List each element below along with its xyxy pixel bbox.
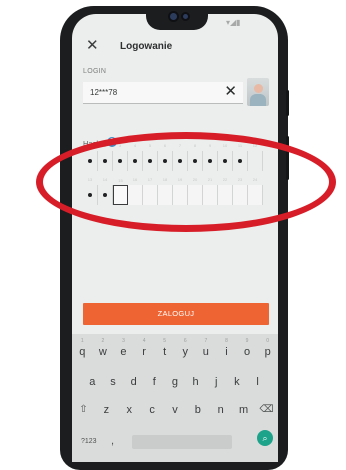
key[interactable]: 8i <box>217 338 235 358</box>
space-key[interactable] <box>132 435 232 449</box>
key[interactable]: v <box>166 404 184 416</box>
search-icon[interactable]: ⌕ <box>257 430 273 446</box>
shift-icon[interactable]: ⇧ <box>74 404 92 416</box>
key[interactable]: x <box>120 404 138 416</box>
key[interactable]: b <box>189 404 207 416</box>
key[interactable]: 2w <box>94 338 112 358</box>
key[interactable]: 4r <box>135 338 153 358</box>
key[interactable]: j <box>207 376 225 388</box>
camera-icon <box>168 11 179 22</box>
volume-button <box>286 90 289 116</box>
key[interactable]: g <box>166 376 184 388</box>
comma-key[interactable]: , <box>111 435 114 447</box>
login-button[interactable]: ZALOGUJ <box>83 303 269 325</box>
close-icon[interactable]: ✕ <box>86 38 99 54</box>
keyboard-row-2: a s d f g h j k l <box>72 376 278 388</box>
avatar[interactable] <box>247 78 269 106</box>
key[interactable]: n <box>212 404 230 416</box>
keyboard-row-1: 1q 2w 3e 4r 5t 6y 7u 8i 9o 0p <box>72 338 278 358</box>
key[interactable]: 5t <box>156 338 174 358</box>
keyboard-row-3: ⇧ z x c v b n m ⌫ <box>72 404 278 416</box>
key[interactable]: k <box>228 376 246 388</box>
key[interactable]: 1q <box>73 338 91 358</box>
login-value: 12***78 <box>90 88 118 97</box>
key[interactable]: d <box>125 376 143 388</box>
login-field[interactable]: 12***78 ✕ <box>83 82 243 104</box>
mode-switch-key[interactable]: ?123 <box>81 438 97 445</box>
key[interactable]: f <box>145 376 163 388</box>
keyboard: 1q 2w 3e 4r 5t 6y 7u 8i 9o 0p a s d f g … <box>72 334 278 462</box>
key[interactable]: 6y <box>176 338 194 358</box>
page-title: Logowanie <box>120 41 173 52</box>
avatar-body <box>250 94 266 106</box>
key[interactable]: 3e <box>114 338 132 358</box>
camera-secondary-icon <box>181 12 190 21</box>
key[interactable]: a <box>83 376 101 388</box>
highlight-ellipse <box>36 132 336 232</box>
status-icons: ▾◢▮ <box>226 18 241 27</box>
key[interactable]: h <box>187 376 205 388</box>
avatar-head <box>254 84 263 93</box>
login-label: LOGIN <box>83 68 107 75</box>
key[interactable]: m <box>235 404 253 416</box>
key[interactable]: 9o <box>238 338 256 358</box>
key[interactable]: 7u <box>197 338 215 358</box>
clear-icon[interactable]: ✕ <box>224 83 237 101</box>
key[interactable]: c <box>143 404 161 416</box>
key[interactable]: l <box>249 376 267 388</box>
key[interactable]: s <box>104 376 122 388</box>
backspace-icon[interactable]: ⌫ <box>257 404 275 416</box>
key[interactable]: 0p <box>259 338 277 358</box>
key[interactable]: z <box>97 404 115 416</box>
